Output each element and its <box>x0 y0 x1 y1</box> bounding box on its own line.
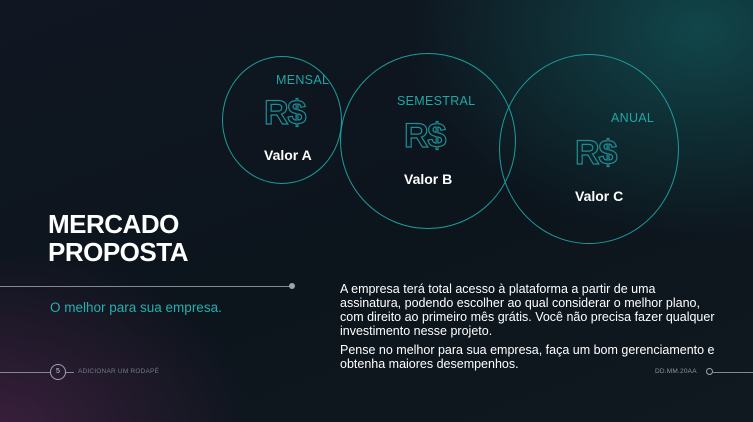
footer-ring-icon <box>706 368 713 375</box>
plan-value-anual: Valor C <box>575 188 624 204</box>
plan-value-semestral: Valor B <box>404 171 453 187</box>
plan-label-mensal: MENSAL <box>276 73 330 87</box>
body-text: A empresa terá total acesso à plataforma… <box>340 282 720 376</box>
title-divider-dot <box>289 283 295 289</box>
plan-label-anual: ANUAL <box>611 111 655 125</box>
plan-value-mensal: Valor A <box>264 147 312 163</box>
footer-line-right <box>713 372 753 373</box>
slide: MENSAL R$ Valor A SEMESTRAL R$ Valor B A… <box>0 0 753 422</box>
plan-label-semestral: SEMESTRAL <box>397 94 476 108</box>
body-paragraph-2: Pense no melhor para sua empresa, faça u… <box>340 343 715 371</box>
page-title: MERCADO PROPOSTA <box>48 210 188 266</box>
page-title-line-2: PROPOSTA <box>48 237 188 267</box>
page-number: 5 <box>50 364 66 380</box>
footer-line-left-2 <box>66 372 74 373</box>
page-title-line-1: MERCADO <box>48 209 179 239</box>
footer-line-left <box>0 372 50 373</box>
body-paragraph-1: A empresa terá total acesso à plataforma… <box>340 282 715 338</box>
currency-icon-anual: R$ <box>574 133 618 172</box>
subtitle: O melhor para sua empresa. <box>50 300 222 315</box>
footer-text: ADICIONAR UM RODAPÉ <box>78 368 160 375</box>
currency-icon-mensal: R$ <box>263 93 307 132</box>
title-divider <box>0 286 290 287</box>
footer-date: DD.MM.20AA <box>655 368 697 375</box>
currency-icon-semestral: R$ <box>403 116 447 155</box>
